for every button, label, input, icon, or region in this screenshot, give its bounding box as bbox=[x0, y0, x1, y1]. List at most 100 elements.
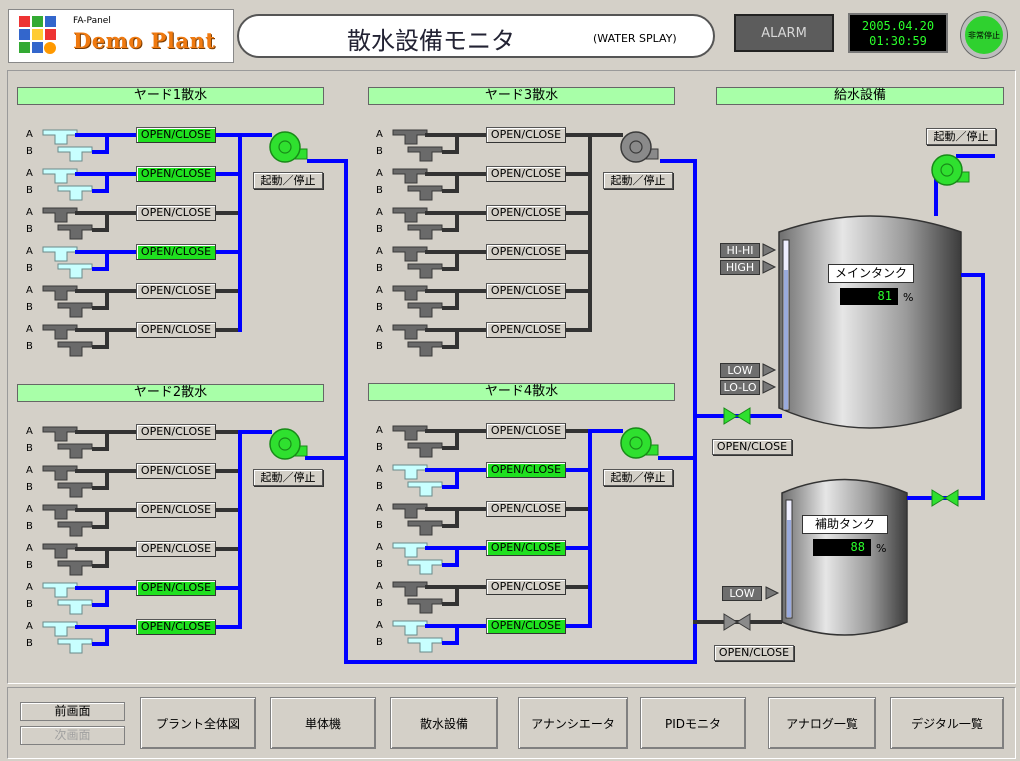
branch-pipe bbox=[92, 510, 109, 529]
sprinkler-a-icon bbox=[392, 620, 428, 636]
nav-button-7[interactable]: デジタル一覧 bbox=[890, 697, 1004, 749]
label-a: A bbox=[26, 129, 33, 140]
valve-button-yard4-6[interactable]: OPEN/CLOSE bbox=[486, 618, 566, 634]
sprinkler-b-icon bbox=[407, 559, 443, 575]
label-b: B bbox=[376, 185, 383, 196]
branch-pipe bbox=[442, 431, 459, 450]
sprinkler-a-icon bbox=[42, 621, 78, 637]
supply-pump-icon bbox=[931, 154, 963, 186]
valve-button-yard3-6[interactable]: OPEN/CLOSE bbox=[486, 322, 566, 338]
aux-valve-icon bbox=[723, 613, 751, 631]
label-a: A bbox=[376, 207, 383, 218]
nav-button-2[interactable]: 単体機 bbox=[270, 697, 376, 749]
nav-button-6[interactable]: アナログ一覧 bbox=[768, 697, 876, 749]
aux-valve-button[interactable]: OPEN/CLOSE bbox=[714, 645, 794, 661]
yard3-pump-button[interactable]: 起動／停止 bbox=[603, 172, 673, 189]
valve-button-yard2-5[interactable]: OPEN/CLOSE bbox=[136, 580, 216, 596]
yard3-pump-icon bbox=[620, 131, 652, 163]
valve-button-yard2-2[interactable]: OPEN/CLOSE bbox=[136, 463, 216, 479]
sprinkler-a-icon bbox=[392, 129, 428, 145]
supply-pump-button[interactable]: 起動／停止 bbox=[926, 128, 996, 145]
valve-button-yard1-3[interactable]: OPEN/CLOSE bbox=[136, 205, 216, 221]
yard2-pump-button[interactable]: 起動／停止 bbox=[253, 469, 323, 486]
label-b: B bbox=[376, 520, 383, 531]
label-b: B bbox=[376, 263, 383, 274]
main-tank-tag-high: HIGH bbox=[720, 260, 760, 275]
valve-button-yard4-1[interactable]: OPEN/CLOSE bbox=[486, 423, 566, 439]
valve-button-yard1-2[interactable]: OPEN/CLOSE bbox=[136, 166, 216, 182]
main-tank-name: メインタンク bbox=[828, 264, 914, 283]
label-a: A bbox=[26, 285, 33, 296]
nav-button-3[interactable]: 散水設備 bbox=[390, 697, 498, 749]
sprinkler-b-icon bbox=[407, 481, 443, 497]
valve-button-yard4-4[interactable]: OPEN/CLOSE bbox=[486, 540, 566, 556]
main-tank-unit: % bbox=[903, 291, 914, 304]
label-b: B bbox=[376, 481, 383, 492]
label-b: B bbox=[376, 224, 383, 235]
sprinkler-a-icon bbox=[42, 582, 78, 598]
valve-button-yard4-3[interactable]: OPEN/CLOSE bbox=[486, 501, 566, 517]
label-a: A bbox=[26, 504, 33, 515]
sprinkler-a-icon bbox=[42, 246, 78, 262]
label-a: A bbox=[376, 129, 383, 140]
sprinkler-a-icon bbox=[42, 543, 78, 559]
branch-pipe bbox=[442, 626, 459, 645]
link-valve-icon bbox=[931, 489, 959, 507]
label-b: B bbox=[26, 521, 33, 532]
valve-button-yard3-4[interactable]: OPEN/CLOSE bbox=[486, 244, 566, 260]
aux-tank-level: 88 bbox=[813, 539, 871, 556]
yard1-pump-button[interactable]: 起動／停止 bbox=[253, 172, 323, 189]
valve-button-yard2-4[interactable]: OPEN/CLOSE bbox=[136, 541, 216, 557]
section-supply: 給水設備 bbox=[716, 87, 1004, 105]
tag-arrow-lolo bbox=[762, 380, 777, 394]
valve-button-yard2-6[interactable]: OPEN/CLOSE bbox=[136, 619, 216, 635]
sprinkler-a-icon bbox=[42, 285, 78, 301]
sprinkler-a-icon bbox=[392, 168, 428, 184]
valve-button-yard3-3[interactable]: OPEN/CLOSE bbox=[486, 205, 566, 221]
branch-pipe bbox=[442, 291, 459, 310]
sprinkler-b-icon bbox=[57, 146, 93, 162]
branch-pipe bbox=[92, 627, 109, 646]
label-a: A bbox=[26, 246, 33, 257]
valve-button-yard1-6[interactable]: OPEN/CLOSE bbox=[136, 322, 216, 338]
valve-button-yard3-2[interactable]: OPEN/CLOSE bbox=[486, 166, 566, 182]
label-b: B bbox=[26, 302, 33, 313]
valve-button-yard1-4[interactable]: OPEN/CLOSE bbox=[136, 244, 216, 260]
valve-button-yard3-5[interactable]: OPEN/CLOSE bbox=[486, 283, 566, 299]
label-a: A bbox=[26, 324, 33, 335]
sprinkler-b-icon bbox=[57, 560, 93, 576]
label-b: B bbox=[26, 224, 33, 235]
valve-button-yard2-3[interactable]: OPEN/CLOSE bbox=[136, 502, 216, 518]
sprinkler-a-icon bbox=[42, 168, 78, 184]
valve-button-yard3-1[interactable]: OPEN/CLOSE bbox=[486, 127, 566, 143]
sprinkler-b-icon bbox=[407, 302, 443, 318]
label-b: B bbox=[26, 146, 33, 157]
aux-tank-name: 補助タンク bbox=[802, 515, 888, 534]
valve-button-yard4-5[interactable]: OPEN/CLOSE bbox=[486, 579, 566, 595]
label-a: A bbox=[376, 464, 383, 475]
main-tank bbox=[778, 215, 962, 429]
valve-button-yard2-1[interactable]: OPEN/CLOSE bbox=[136, 424, 216, 440]
sprinkler-b-icon bbox=[407, 224, 443, 240]
valve-button-yard1-1[interactable]: OPEN/CLOSE bbox=[136, 127, 216, 143]
nav-button-5[interactable]: PIDモニタ bbox=[640, 697, 746, 749]
branch-pipe bbox=[442, 509, 459, 528]
nav-button-1[interactable]: プラント全体図 bbox=[140, 697, 256, 749]
main-valve-button[interactable]: OPEN/CLOSE bbox=[712, 439, 792, 455]
branch-pipe bbox=[92, 252, 109, 271]
label-a: A bbox=[376, 246, 383, 257]
sprinkler-b-icon bbox=[57, 521, 93, 537]
label-b: B bbox=[26, 560, 33, 571]
label-a: A bbox=[376, 581, 383, 592]
sprinkler-a-icon bbox=[42, 324, 78, 340]
branch-pipe bbox=[92, 330, 109, 349]
label-a: A bbox=[376, 168, 383, 179]
label-b: B bbox=[376, 598, 383, 609]
prev-screen-button[interactable]: 前画面 bbox=[20, 702, 125, 721]
valve-button-yard4-2[interactable]: OPEN/CLOSE bbox=[486, 462, 566, 478]
valve-button-yard1-5[interactable]: OPEN/CLOSE bbox=[136, 283, 216, 299]
nav-button-4[interactable]: アナンシエータ bbox=[518, 697, 628, 749]
yard4-pump-button[interactable]: 起動／停止 bbox=[603, 469, 673, 486]
aux-tank-unit: % bbox=[876, 542, 887, 555]
sprinkler-b-icon bbox=[57, 185, 93, 201]
